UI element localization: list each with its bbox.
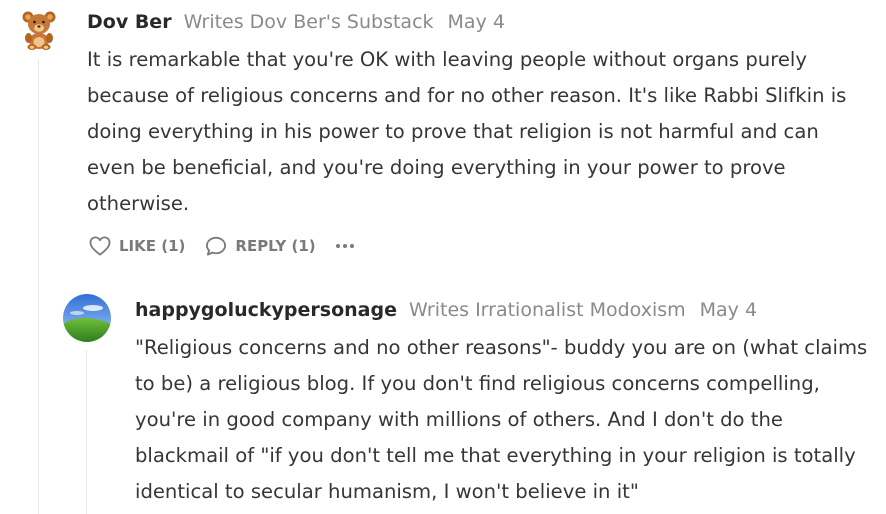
- author-name[interactable]: happygoluckypersonage: [135, 299, 397, 321]
- comment-text: It is remarkable that you're OK with lea…: [87, 48, 847, 215]
- like-button[interactable]: LIKE (1): [89, 236, 185, 256]
- reply-button[interactable]: REPLY (1): [205, 236, 316, 256]
- comment-dov-ber: Dov Ber Writes Dov Ber's Substack May 4 It…: [0, 0, 886, 280]
- author-publication[interactable]: Writes Dov Ber's Substack: [184, 11, 434, 33]
- comment-meta: happygoluckypersonage Writes Irrationalis…: [135, 298, 757, 322]
- comment-body: "Religious concerns and no other reasons…: [135, 330, 880, 510]
- comment-actions: LIKE (1) REPLY (1): [89, 236, 357, 256]
- landscape-hill-icon[interactable]: [63, 294, 111, 342]
- heart-icon: [89, 236, 111, 256]
- teddy-bear-icon[interactable]: [21, 10, 57, 50]
- comment-date[interactable]: May 4: [448, 11, 505, 33]
- reply-label: REPLY (1): [235, 237, 316, 255]
- comment-body: It is remarkable that you're OK with lea…: [87, 42, 872, 222]
- ellipsis-icon[interactable]: [335, 244, 357, 248]
- comment-happygoluckypersonage: happygoluckypersonage Writes Irrationalis…: [0, 280, 886, 514]
- comment-meta: Dov Ber Writes Dov Ber's Substack May 4: [87, 10, 505, 34]
- like-label: LIKE (1): [119, 237, 186, 255]
- speech-bubble-icon: [206, 236, 227, 256]
- author-name[interactable]: Dov Ber: [87, 11, 172, 33]
- author-publication[interactable]: Writes Irrationalist Modoxism: [409, 299, 686, 321]
- comment-text: "Religious concerns and no other reasons…: [135, 336, 868, 503]
- comment-date[interactable]: May 4: [700, 299, 757, 321]
